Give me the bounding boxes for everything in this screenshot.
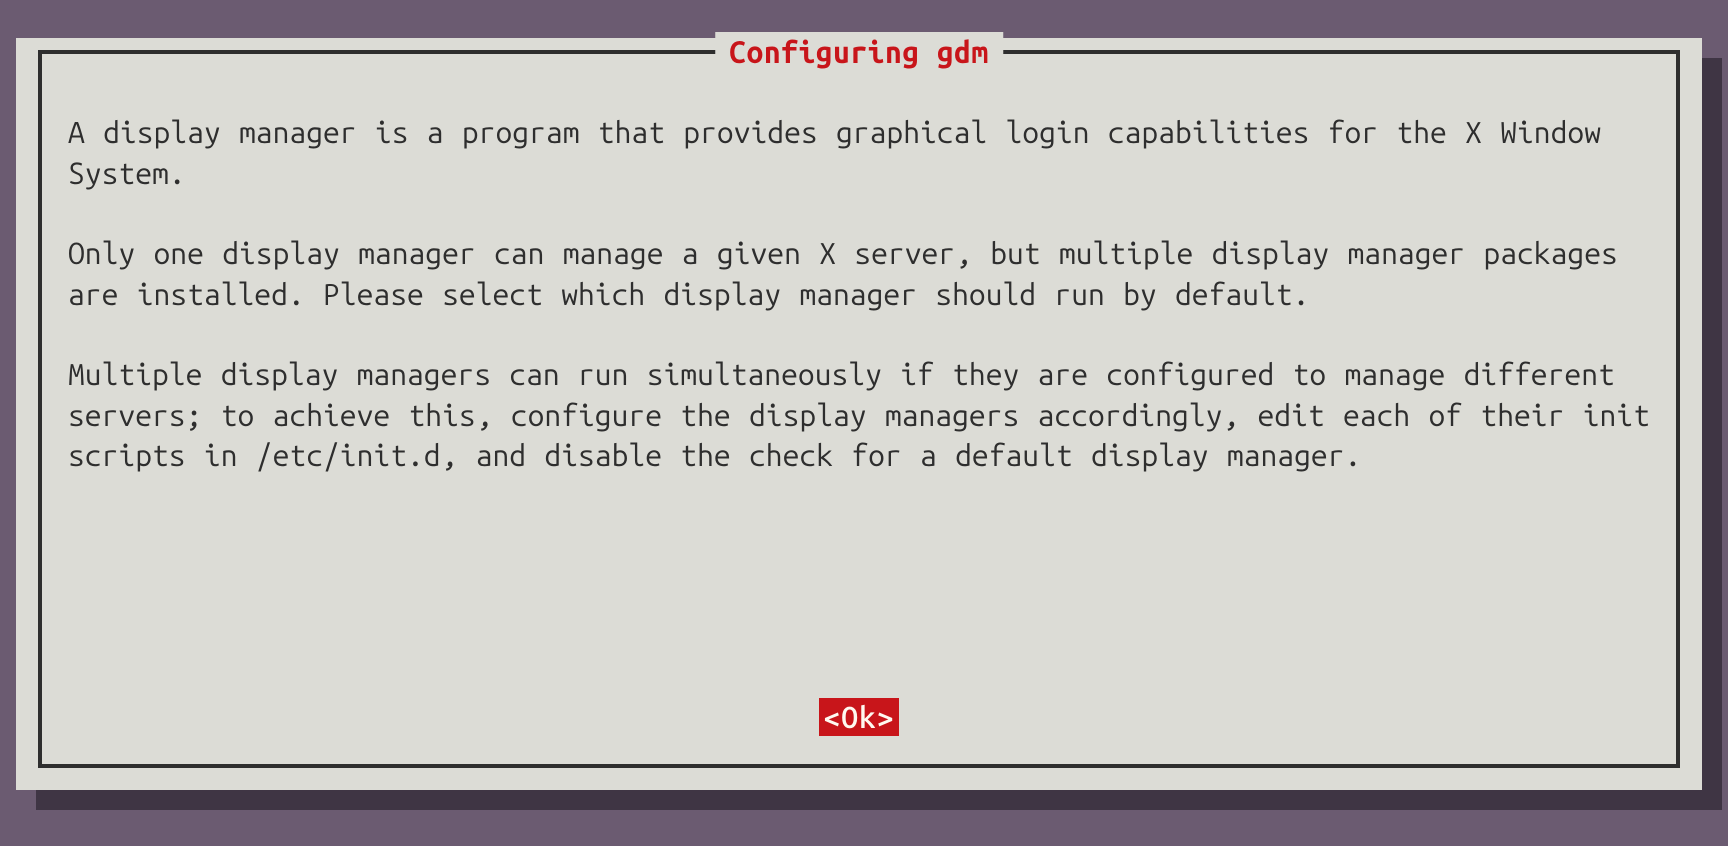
dialog-panel: Configuring gdm A display manager is a p… xyxy=(16,38,1702,790)
ok-button[interactable]: <Ok> xyxy=(819,698,898,736)
dialog-paragraph: Only one display manager can manage a gi… xyxy=(68,233,1650,314)
dialog-title-bar: Configuring gdm xyxy=(715,32,1003,73)
dialog-window: Configuring gdm A display manager is a p… xyxy=(16,38,1702,790)
dialog-button-row: <Ok> xyxy=(42,698,1676,736)
dialog-paragraph: A display manager is a program that prov… xyxy=(68,112,1650,193)
dialog-frame: Configuring gdm A display manager is a p… xyxy=(38,50,1680,768)
dialog-body: A display manager is a program that prov… xyxy=(68,112,1650,476)
dialog-paragraph: Multiple display managers can run simult… xyxy=(68,354,1650,476)
dialog-title: Configuring gdm xyxy=(729,32,989,73)
